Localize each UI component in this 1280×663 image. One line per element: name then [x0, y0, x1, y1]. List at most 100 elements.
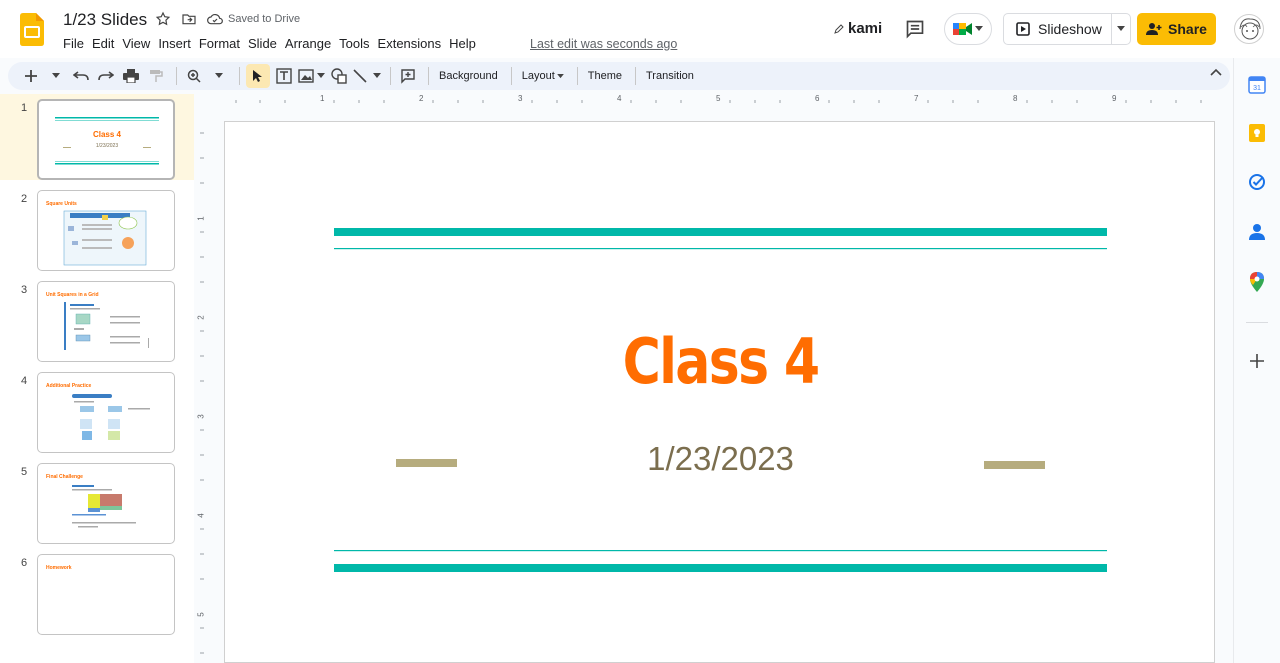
ruler-label: 1 — [196, 216, 206, 221]
ruler-label: 5 — [716, 94, 721, 103]
google-slides-app: 1/23 Slides Saved to Drive File Edit Vie… — [0, 0, 1280, 663]
saved-status-label: Saved to Drive — [228, 13, 301, 25]
insert-image-button[interactable] — [298, 64, 325, 88]
add-person-icon — [1146, 23, 1162, 35]
tasks-icon[interactable] — [1246, 171, 1268, 193]
slide-thumbnail[interactable]: Additional Practice — [37, 372, 175, 453]
contacts-icon[interactable] — [1246, 221, 1268, 243]
menu-help[interactable]: Help — [449, 36, 482, 51]
side-panel-divider — [1246, 322, 1268, 323]
slideshow-button[interactable]: Slideshow — [1004, 14, 1112, 44]
slide-thumbnail-row[interactable]: 3 Unit Squares in a Grid — [0, 276, 194, 362]
redo-button[interactable] — [95, 64, 117, 88]
shape-icon — [331, 68, 347, 84]
teal-bar-top-thin — [334, 248, 1107, 250]
comment-history-icon[interactable] — [905, 19, 925, 44]
toolbar-divider — [428, 67, 429, 85]
kami-button[interactable]: kami — [834, 20, 882, 37]
line-button[interactable] — [353, 64, 381, 88]
zoom-button[interactable] — [183, 64, 205, 88]
slides-logo-icon[interactable] — [20, 13, 44, 46]
last-edit-link[interactable]: Last edit was seconds ago — [530, 37, 677, 51]
slide-thumbnail[interactable]: Square Units — [37, 190, 175, 271]
svg-text:31: 31 — [1253, 85, 1261, 92]
hide-menus-button[interactable] — [1210, 67, 1222, 79]
slide-number: 5 — [21, 466, 28, 478]
chevron-up-icon — [1210, 68, 1222, 76]
zoom-options-button[interactable] — [208, 64, 230, 88]
ruler-label: 2 — [196, 315, 206, 320]
thumbnail-subtitle: 1/23/2023 — [95, 143, 119, 149]
add-comment-icon — [401, 69, 415, 84]
layout-button[interactable]: Layout — [518, 64, 568, 88]
teal-bar-bottom-thin — [334, 550, 1107, 552]
maps-icon[interactable] — [1246, 271, 1268, 293]
menu-insert[interactable]: Insert — [158, 36, 197, 51]
slide-thumbnail-row[interactable]: 6 Homework — [0, 549, 194, 635]
menu-extensions[interactable]: Extensions — [378, 36, 448, 51]
select-tool-button[interactable] — [246, 64, 270, 88]
menu-file[interactable]: File — [63, 36, 90, 51]
text-box-button[interactable] — [273, 64, 295, 88]
slide-thumbnail[interactable]: Unit Squares in a Grid — [37, 281, 175, 362]
slide-thumbnail-row[interactable]: 1 Class 4 1/23/2023 — [0, 94, 194, 180]
saved-status[interactable]: Saved to Drive — [207, 12, 300, 26]
menu-tools[interactable]: Tools — [339, 36, 375, 51]
transition-button[interactable]: Transition — [642, 64, 698, 88]
slide-thumbnail[interactable]: Class 4 1/23/2023 — [37, 99, 175, 180]
ruler-label: 5 — [196, 612, 206, 617]
shape-button[interactable] — [328, 64, 350, 88]
ruler-label: 4 — [196, 513, 206, 518]
move-folder-icon[interactable] — [181, 11, 197, 27]
slide-number: 4 — [21, 375, 28, 387]
menu-view[interactable]: View — [122, 36, 156, 51]
vertical-ruler[interactable]: 1 2 3 4 5 — [196, 104, 208, 663]
keep-icon[interactable] — [1246, 122, 1268, 144]
menu-arrange[interactable]: Arrange — [285, 36, 337, 51]
new-slide-layout-button[interactable] — [45, 64, 67, 88]
new-slide-button[interactable] — [20, 64, 42, 88]
thumbnail-title: Final Challenge — [46, 474, 83, 480]
menu-slide[interactable]: Slide — [248, 36, 283, 51]
slide-subtitle-date[interactable]: 1/23/2023 — [225, 440, 1216, 478]
slide-thumbnail-row[interactable]: 2 Square Units — [0, 185, 194, 271]
cloud-done-icon — [207, 13, 223, 25]
line-icon — [353, 69, 367, 83]
slide-thumbnail-row[interactable]: 4 Additional Practice — [0, 367, 194, 453]
slideshow-button-group: Slideshow — [1003, 13, 1131, 45]
menu-edit[interactable]: Edit — [92, 36, 120, 51]
undo-button[interactable] — [70, 64, 92, 88]
paint-format-button[interactable] — [145, 64, 167, 88]
slide-thumbnail-row[interactable]: 5 Final Challenge — [0, 458, 194, 544]
teal-bar-bottom-thick — [334, 564, 1107, 572]
star-icon[interactable] — [155, 11, 171, 27]
document-title[interactable]: 1/23 Slides — [63, 10, 147, 30]
slideshow-options-button[interactable] — [1112, 26, 1130, 32]
slide-thumbnail[interactable]: Homework — [37, 554, 175, 635]
account-avatar[interactable] — [1234, 14, 1264, 44]
share-label: Share — [1168, 21, 1207, 37]
chevron-down-icon — [215, 73, 223, 78]
slide-title[interactable]: Class 4 — [304, 325, 1136, 398]
meet-icon — [953, 23, 972, 35]
menu-format[interactable]: Format — [199, 36, 246, 51]
horizontal-ruler[interactable]: 1 2 3 4 5 6 7 8 9 — [208, 94, 1230, 107]
theme-button[interactable]: Theme — [584, 64, 626, 88]
image-icon — [298, 69, 314, 83]
print-button[interactable] — [120, 64, 142, 88]
redo-icon — [98, 71, 114, 81]
ruler-label: 2 — [419, 94, 424, 103]
slide-thumbnail[interactable]: Final Challenge — [37, 463, 175, 544]
meet-caret-icon — [975, 26, 983, 31]
slide-number: 3 — [21, 284, 28, 296]
share-button[interactable]: Share — [1137, 13, 1216, 45]
background-button[interactable]: Background — [435, 64, 502, 88]
calendar-icon[interactable]: 31 — [1246, 74, 1268, 96]
toolbar-divider — [176, 67, 177, 85]
menu-bar: File Edit View Insert Format Slide Arran… — [63, 36, 484, 51]
undo-icon — [73, 71, 89, 81]
slide-canvas[interactable]: Class 4 1/23/2023 — [224, 121, 1215, 663]
meet-button[interactable] — [944, 13, 992, 45]
get-add-ons-icon[interactable] — [1246, 350, 1268, 372]
add-comment-button[interactable] — [397, 64, 419, 88]
